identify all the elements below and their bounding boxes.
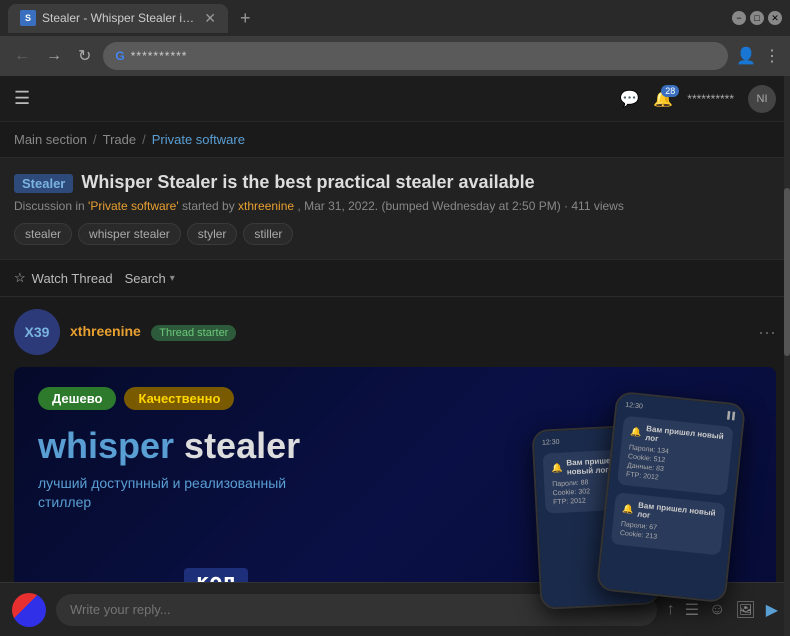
post-header: X39 xthreenine Thread starter ··· xyxy=(14,309,776,355)
post-author[interactable]: xthreenine xyxy=(70,323,141,339)
badge-cheap: Дешево xyxy=(38,387,116,410)
post-author-block: xthreenine Thread starter xyxy=(70,323,236,341)
chat-icon[interactable]: 💬 xyxy=(619,89,639,109)
send-button[interactable]: ▶ xyxy=(766,600,778,620)
browser-favicon: S xyxy=(20,10,36,26)
forward-button[interactable]: → xyxy=(42,43,66,69)
tags-container: stealer whisper stealer styler stiller xyxy=(14,223,776,245)
phone-1: 12:30▐▐ 🔔 Вам пришел новый лог Пароли: 1… xyxy=(596,391,746,603)
thread-starter-badge: Thread starter xyxy=(151,325,236,341)
image-icon[interactable]: 🖼 xyxy=(735,600,755,620)
ad-title-whisper: whisper xyxy=(38,425,174,466)
notif-bell-1: 🔔 xyxy=(630,426,642,438)
toolbar-icons: 👤 ⋮ xyxy=(736,46,780,66)
ad-title-stealer: stealer xyxy=(174,425,300,466)
meta-date: , Mar 31, 2022. xyxy=(297,199,378,213)
arrow-up-icon[interactable]: ↑ xyxy=(667,601,675,619)
tab-title: Stealer - Whisper Stealer is the b... xyxy=(42,11,198,25)
search-button[interactable]: Search ▾ xyxy=(125,271,175,286)
emoji-icon[interactable]: ☺ xyxy=(709,601,725,619)
breadcrumb-sep-1: / xyxy=(93,132,97,147)
thread-header: Stealer Whisper Stealer is the best prac… xyxy=(0,157,790,260)
chevron-down-icon: ▾ xyxy=(170,273,175,284)
browser-tab[interactable]: S Stealer - Whisper Stealer is the b... … xyxy=(8,4,228,33)
ad-subtitle-line1: лучший доступнный и реализованный xyxy=(38,475,286,491)
breadcrumb-main[interactable]: Main section xyxy=(14,132,87,147)
nav-right: 💬 🔔 28 ********** NI xyxy=(619,85,776,113)
browser-chrome: S Stealer - Whisper Stealer is the b... … xyxy=(0,0,790,76)
nav-username[interactable]: ********** xyxy=(687,92,734,106)
browser-titlebar: S Stealer - Whisper Stealer is the b... … xyxy=(0,0,790,36)
post-options-button[interactable]: ··· xyxy=(758,322,776,343)
reply-avatar-image xyxy=(12,593,46,627)
notif-bell-2: 🔔 xyxy=(622,503,634,515)
address-bar[interactable]: G ********** xyxy=(103,42,728,70)
watch-thread-button[interactable]: ☆ Watch Thread xyxy=(14,270,113,286)
notification-badge: 28 xyxy=(661,85,679,97)
thread-toolbar: ☆ Watch Thread Search ▾ xyxy=(0,260,790,297)
ad-subtitle-line2: стиллер xyxy=(38,494,91,510)
watch-label: Watch Thread xyxy=(32,271,113,286)
back-button[interactable]: ← xyxy=(10,43,34,69)
meta-bumped: (bumped Wednesday at 2:50 PM) xyxy=(381,199,560,213)
meta-link[interactable]: 'Private software' xyxy=(88,199,179,213)
tag-stiller[interactable]: stiller xyxy=(243,223,293,245)
notif-card-2: 🔔 Вам пришел новый лог Пароли: 67Cookie:… xyxy=(611,493,726,555)
tag-stealer[interactable]: stealer xyxy=(14,223,72,245)
nav-avatar[interactable]: NI xyxy=(748,85,776,113)
post-avatar: X39 xyxy=(14,309,60,355)
thread-prefix: Stealer xyxy=(14,174,73,193)
reply-avatar xyxy=(12,593,46,627)
reload-button[interactable]: ↻ xyxy=(74,42,95,70)
notif-card-1: 🔔 Вам пришел новый лог Пароли: 134Cookie… xyxy=(617,416,734,496)
minimize-button[interactable]: − xyxy=(732,11,746,25)
search-label: Search xyxy=(125,271,166,286)
meta-started: started by xyxy=(182,199,238,213)
meta-text: Discussion in xyxy=(14,199,88,213)
hamburger-menu[interactable]: ☰ xyxy=(14,88,30,109)
maximize-button[interactable]: □ xyxy=(750,11,764,25)
scrollbar[interactable] xyxy=(784,76,790,636)
badge-quality: Качественно xyxy=(124,387,234,410)
new-tab-button[interactable]: + xyxy=(240,8,251,29)
scrollbar-thumb[interactable] xyxy=(784,188,790,356)
top-nav: ☰ 💬 🔔 28 ********** NI xyxy=(0,76,790,122)
google-icon: G xyxy=(115,49,124,63)
list-icon[interactable]: ☰ xyxy=(685,600,699,620)
account-icon[interactable]: 👤 xyxy=(736,46,756,66)
breadcrumb-private[interactable]: Private software xyxy=(152,132,245,147)
meta-views: · 411 views xyxy=(564,199,624,213)
breadcrumb-trade[interactable]: Trade xyxy=(103,132,136,147)
tab-close-button[interactable]: ✕ xyxy=(204,10,216,27)
close-button[interactable]: ✕ xyxy=(768,11,782,25)
reply-icons: ↑ ☰ ☺ 🖼 ▶ xyxy=(667,600,778,620)
menu-icon[interactable]: ⋮ xyxy=(764,46,780,66)
tag-whisper-stealer[interactable]: whisper stealer xyxy=(78,223,181,245)
address-text: ********** xyxy=(131,49,188,63)
thread-title-row: Stealer Whisper Stealer is the best prac… xyxy=(14,172,776,193)
browser-toolbar: ← → ↻ G ********** 👤 ⋮ xyxy=(0,36,790,76)
notif-bell-3: 🔔 xyxy=(551,462,563,474)
star-icon: ☆ xyxy=(14,270,26,286)
page-content: ☰ 💬 🔔 28 ********** NI Main section / Tr… xyxy=(0,76,790,636)
breadcrumb: Main section / Trade / Private software xyxy=(0,122,790,157)
thread-meta: Discussion in 'Private software' started… xyxy=(14,199,776,213)
window-controls: − □ ✕ xyxy=(732,11,782,25)
tag-styler[interactable]: styler xyxy=(187,223,238,245)
thread-title: Whisper Stealer is the best practical st… xyxy=(81,172,534,193)
meta-author[interactable]: xthreenine xyxy=(238,199,294,213)
phone-screen-1: 12:30▐▐ 🔔 Вам пришел новый лог Пароли: 1… xyxy=(598,393,744,601)
notification-bell-icon[interactable]: 🔔 28 xyxy=(653,89,673,109)
breadcrumb-sep-2: / xyxy=(142,132,146,147)
notif-body-1: Пароли: 134Cookie: 512Данные: 83FTP: 201… xyxy=(626,443,723,489)
